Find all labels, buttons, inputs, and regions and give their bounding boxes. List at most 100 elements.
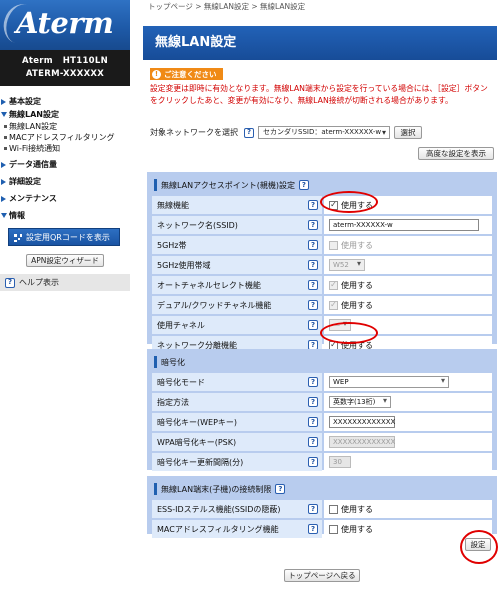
row-5ghz: 5GHz帯? 使用する xyxy=(152,236,492,254)
checkbox-label: 使用する xyxy=(341,240,373,250)
row-wireless-function: 無線機能? ✓ 使用する xyxy=(152,196,492,214)
key-interval-input[interactable]: 30 xyxy=(329,456,351,468)
checkbox-label: 使用する xyxy=(341,200,373,210)
warning-icon: ! xyxy=(152,69,161,79)
notice-heading: ! ご注意ください xyxy=(150,68,223,80)
bullet-icon xyxy=(4,147,7,150)
sidebar-item-label: 情報 xyxy=(9,211,25,220)
section-bar-icon xyxy=(154,483,157,495)
logo-text: Aterm xyxy=(16,6,114,40)
sidebar-item-wireless[interactable]: 無線LAN設定 xyxy=(0,108,130,121)
show-advanced-button[interactable]: 高度な設定を表示 xyxy=(418,147,494,160)
help-icon[interactable]: ? xyxy=(308,200,318,210)
encryption-mode-select[interactable]: WEP xyxy=(329,376,449,388)
apn-wizard-button[interactable]: APN設定ウィザード xyxy=(26,254,104,267)
sidebar-item-basic[interactable]: 基本設定 xyxy=(0,95,130,108)
device-serial: ATERM-XXXXXX xyxy=(25,69,105,79)
help-icon[interactable]: ? xyxy=(308,320,318,330)
band5-checkbox[interactable] xyxy=(329,240,338,250)
row-mac-filter: MACアドレスフィルタリング機能? 使用する xyxy=(152,520,492,538)
back-to-top-button[interactable]: トップページへ戻る xyxy=(284,569,360,582)
mac-filter-checkbox[interactable] xyxy=(329,524,338,534)
notice-heading-label: ご注意ください xyxy=(164,69,217,79)
triangle-right-icon xyxy=(1,161,6,168)
ssid-input[interactable]: aterm-XXXXXX-w xyxy=(329,219,479,231)
wireless-enable-checkbox[interactable]: ✓ xyxy=(329,200,338,210)
sidebar-item-maintenance[interactable]: メンテナンス xyxy=(0,192,130,205)
triangle-down-icon xyxy=(1,213,7,218)
row-label: 暗号化モード xyxy=(157,377,205,387)
help-icon[interactable]: ? xyxy=(308,504,318,514)
stealth-checkbox[interactable] xyxy=(329,504,338,514)
row-5ghz-band: 5GHz使用帯域? W52 xyxy=(152,256,492,274)
band5-select[interactable]: W52 xyxy=(329,259,365,271)
row-stealth: ESS-IDステルス機能(SSIDの隠蔽)? 使用する xyxy=(152,500,492,518)
psk-input[interactable]: XXXXXXXXXXXXX xyxy=(329,436,395,448)
sidebar-subitem-label: Wi-Fi接続通知 xyxy=(9,144,61,153)
help-icon[interactable]: ? xyxy=(308,524,318,534)
row-channel: 使用チャネル? — xyxy=(152,316,492,334)
target-network-row: 対象ネットワークを選択 ? セカンダリSSID：aterm-XXXXXX-w 選… xyxy=(150,126,422,139)
dual-channel-checkbox[interactable]: ✓ xyxy=(329,300,338,310)
row-label: 使用チャネル xyxy=(157,320,205,330)
model-name: Aterm HT110LN xyxy=(21,56,109,66)
breadcrumb: トップページ > 無線LAN設定 > 無線LAN設定 xyxy=(148,2,306,11)
wep-key-input[interactable]: XXXXXXXXXXXXX xyxy=(329,416,395,428)
sidebar-item-info[interactable]: 情報 xyxy=(0,209,130,222)
sidebar-subitem-wifi-notice[interactable]: Wi-Fi接続通知 xyxy=(0,143,130,154)
sidebar-item-advanced[interactable]: 詳細設定 xyxy=(0,175,130,188)
help-icon[interactable]: ? xyxy=(308,417,318,427)
bullet-icon xyxy=(4,136,7,139)
checkbox-label: 使用する xyxy=(341,300,373,310)
sidebar-subitem-mac-filter[interactable]: MACアドレスフィルタリング xyxy=(0,132,130,143)
sidebar-item-label: 詳細設定 xyxy=(9,177,41,186)
triangle-right-icon xyxy=(1,98,6,105)
help-icon[interactable]: ? xyxy=(244,127,254,138)
row-label: デュアル/クワッドチャネル機能 xyxy=(157,300,272,310)
triangle-right-icon xyxy=(1,178,6,185)
section-header: 無線LANアクセスポイント(親機)設定 ? xyxy=(152,176,492,194)
sidebar-subitem-wireless-settings[interactable]: 無線LAN設定 xyxy=(0,121,130,132)
help-icon[interactable]: ? xyxy=(308,377,318,387)
row-ssid: ネットワーク名(SSID)? aterm-XXXXXX-w xyxy=(152,216,492,234)
auto-channel-checkbox[interactable]: ✓ xyxy=(329,280,338,290)
help-icon[interactable]: ? xyxy=(308,240,318,250)
section-header: 無線LAN端末(子機)の接続制限 ? xyxy=(152,480,492,498)
select-button[interactable]: 選択 xyxy=(394,126,422,139)
key-method-select[interactable]: 英数字(13桁) xyxy=(329,396,391,408)
help-icon[interactable]: ? xyxy=(298,180,309,190)
section-title: 無線LAN端末(子機)の接続制限 xyxy=(161,484,272,494)
section-bar-icon xyxy=(154,356,157,368)
qr-button-label: 設定用QRコードを表示 xyxy=(26,232,110,242)
set-button[interactable]: 設定 xyxy=(465,538,491,551)
help-icon: ? xyxy=(5,277,15,288)
row-label: ネットワーク名(SSID) xyxy=(157,220,238,230)
help-icon[interactable]: ? xyxy=(308,397,318,407)
channel-select[interactable]: — xyxy=(329,319,351,331)
help-icon[interactable]: ? xyxy=(308,300,318,310)
target-network-select[interactable]: セカンダリSSID：aterm-XXXXXX-w xyxy=(258,126,390,139)
checkbox-label: 使用する xyxy=(341,280,373,290)
sidebar-item-data-usage[interactable]: データ通信量 xyxy=(0,158,130,171)
sidebar: Aterm Aterm HT110LN ATERM-XXXXXX 基本設定 無線… xyxy=(0,0,130,593)
aterm-logo: Aterm xyxy=(0,0,130,50)
ap-settings-section: 無線LANアクセスポイント(親機)設定 ? 無線機能? ✓ 使用する ネットワーク… xyxy=(147,172,497,354)
row-label: 5GHz帯 xyxy=(157,240,187,250)
show-qr-code-button[interactable]: 設定用QRコードを表示 xyxy=(8,228,120,246)
sidebar-item-label: 基本設定 xyxy=(9,97,41,106)
help-icon[interactable]: ? xyxy=(308,260,318,270)
help-icon[interactable]: ? xyxy=(308,220,318,230)
row-label: ESS-IDステルス機能(SSIDの隠蔽) xyxy=(157,504,281,514)
help-icon[interactable]: ? xyxy=(275,484,286,494)
help-link[interactable]: ? ヘルプ表示 xyxy=(0,274,130,291)
section-title: 無線LANアクセスポイント(親機)設定 xyxy=(161,180,295,190)
help-icon[interactable]: ? xyxy=(308,437,318,447)
model-info: Aterm HT110LN ATERM-XXXXXX xyxy=(0,50,130,86)
page-title: 無線LAN設定 xyxy=(143,26,497,60)
help-icon[interactable]: ? xyxy=(308,280,318,290)
help-icon[interactable]: ? xyxy=(308,457,318,467)
row-psk: WPA暗号化キー(PSK)? XXXXXXXXXXXXX xyxy=(152,433,492,451)
sidebar-item-label: データ通信量 xyxy=(9,160,57,169)
sidebar-item-label: メンテナンス xyxy=(9,194,57,203)
section-bar-icon xyxy=(154,179,157,191)
